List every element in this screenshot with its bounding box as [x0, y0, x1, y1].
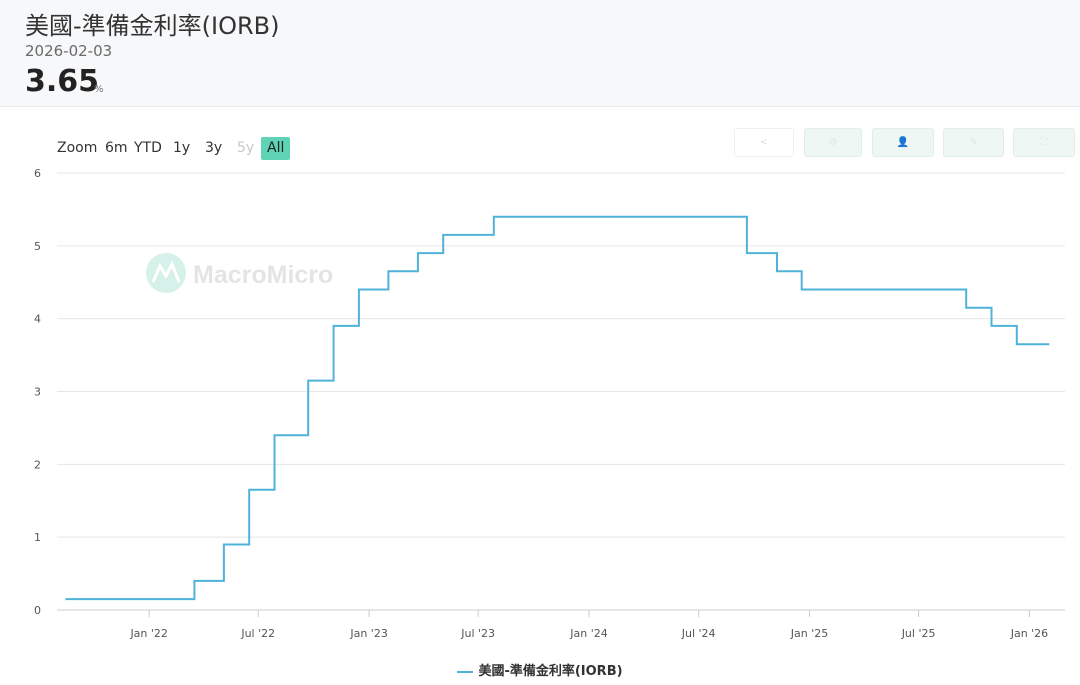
y-tick-label: 5 [34, 240, 41, 253]
x-tick-label: Jan '23 [349, 627, 387, 640]
watermark: MacroMicro [146, 253, 333, 293]
y-tick-label: 0 [34, 604, 41, 617]
axes: 0 1 2 3 4 5 6 Jan '22 Jul '22 Jan '23 Jul '23 Jan '… [34, 167, 1065, 640]
legend-swatch [457, 670, 474, 673]
x-tick-label: Jan '22 [129, 627, 167, 640]
y-tick-label: 3 [34, 386, 41, 399]
x-tick-label: Jul '24 [681, 627, 716, 640]
x-tick-label: Jul '22 [240, 627, 275, 640]
x-tick-label: Jan '24 [569, 627, 607, 640]
y-tick-label: 4 [34, 313, 41, 326]
grid-lines [57, 172, 1065, 538]
legend[interactable]: 美國-準備金利率(IORB) [0, 660, 1080, 679]
watermark-text: MacroMicro [193, 261, 333, 289]
y-tick-label: 2 [34, 458, 41, 471]
legend-label: 美國-準備金利率(IORB) [478, 664, 623, 679]
y-tick-label: 6 [34, 167, 41, 180]
x-tick-label: Jan '26 [1010, 627, 1048, 640]
x-tick-label: Jul '23 [460, 627, 495, 640]
y-tick-label: 1 [34, 531, 41, 544]
chart-canvas: MacroMicro 0 1 2 3 4 5 6 Jan '22 Jul '22 Jan '23 J… [34, 167, 1065, 640]
x-tick-label: Jul '25 [901, 627, 936, 640]
x-tick-label: Jan '25 [790, 627, 828, 640]
